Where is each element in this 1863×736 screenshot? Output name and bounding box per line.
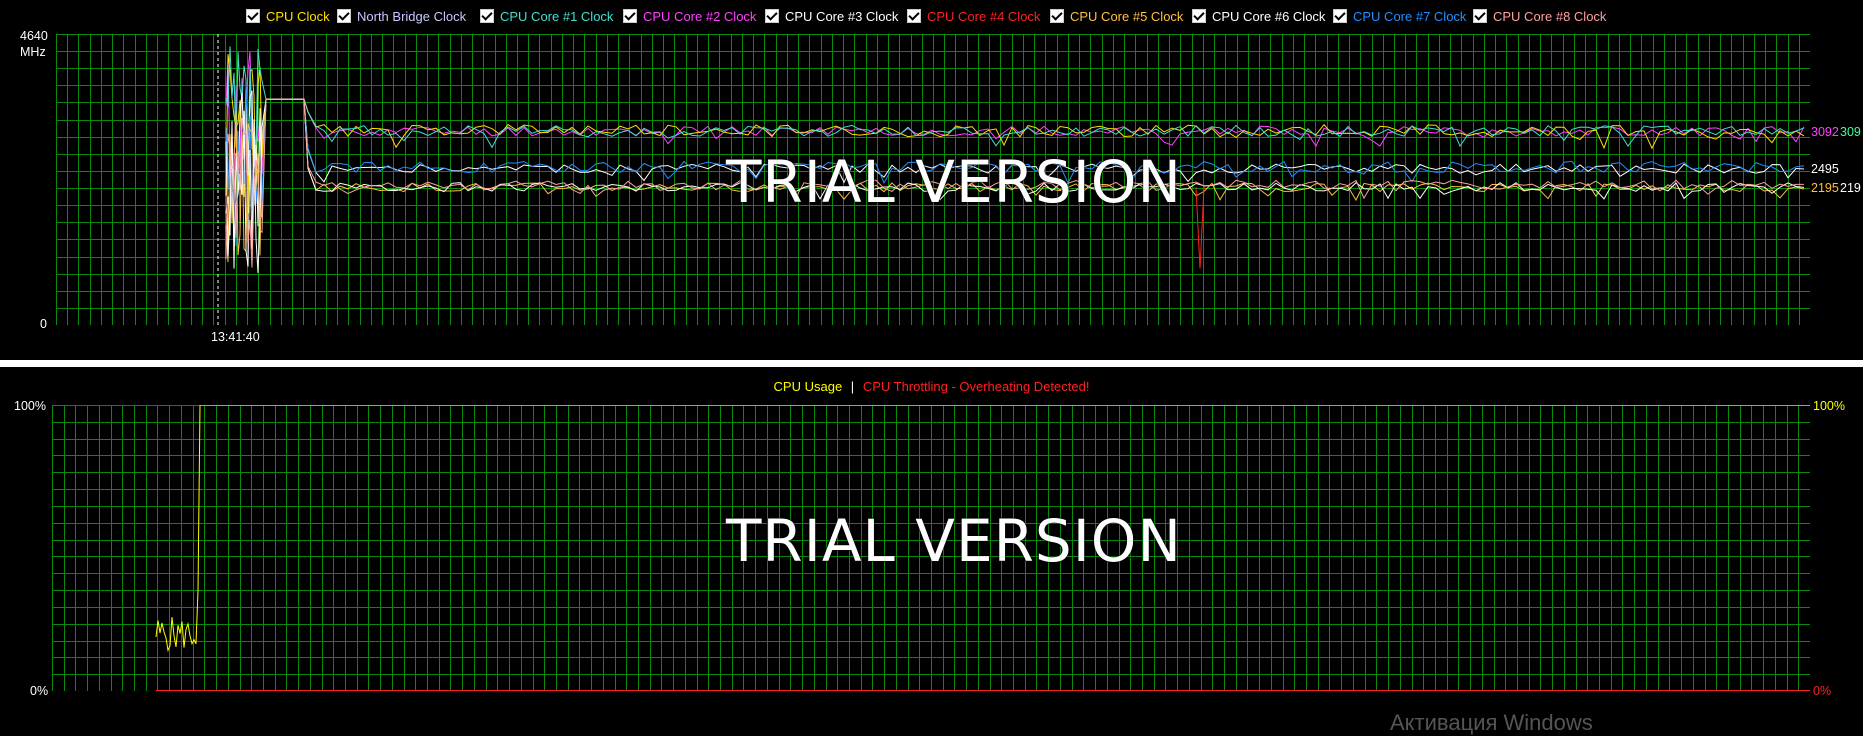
usage-panel: CPU Usage | CPU Throttling - Overheating… bbox=[0, 367, 1863, 721]
checkbox-icon[interactable] bbox=[907, 9, 921, 23]
legend-core8-clock[interactable]: CPU Core #8 Clock bbox=[1473, 6, 1606, 26]
panel-separator bbox=[0, 360, 1863, 367]
legend-label: CPU Core #2 Clock bbox=[643, 8, 757, 24]
series-core7-line bbox=[225, 85, 1805, 247]
series-core5-line bbox=[225, 98, 1805, 263]
usage-y-max-left: 100% bbox=[14, 399, 46, 413]
right-value-nb: 2495 bbox=[1811, 162, 1839, 176]
checkbox-icon[interactable] bbox=[1050, 9, 1064, 23]
checkbox-icon[interactable] bbox=[623, 9, 637, 23]
legend-core3-clock[interactable]: CPU Core #3 Clock bbox=[765, 6, 898, 26]
legend-label: CPU Core #5 Clock bbox=[1070, 8, 1184, 24]
checkbox-icon[interactable] bbox=[246, 9, 260, 23]
legend-label: CPU Core #4 Clock bbox=[927, 8, 1041, 24]
usage-plot-area bbox=[52, 405, 1810, 691]
legend-label: CPU Clock bbox=[266, 8, 330, 24]
checkbox-icon[interactable] bbox=[1473, 9, 1487, 23]
usage-y-min-left: 0% bbox=[30, 684, 49, 698]
legend-core1-clock[interactable]: CPU Core #1 Clock bbox=[480, 6, 613, 26]
usage-legend: CPU Usage | CPU Throttling - Overheating… bbox=[0, 379, 1863, 394]
series-core3-line bbox=[225, 87, 1805, 243]
legend-cpu-usage[interactable]: CPU Usage bbox=[774, 379, 843, 394]
checkbox-icon[interactable] bbox=[765, 9, 779, 23]
legend-core2-clock[interactable]: CPU Core #2 Clock bbox=[623, 6, 756, 26]
legend-label: CPU Core #8 Clock bbox=[1493, 8, 1607, 24]
series-core2-line bbox=[225, 51, 1805, 201]
right-value-cpu: 2195 bbox=[1811, 181, 1839, 195]
time-label: 13:41:40 bbox=[211, 330, 260, 344]
legend-cpu-clock[interactable]: CPU Clock bbox=[246, 6, 330, 26]
checkbox-icon[interactable] bbox=[337, 9, 351, 23]
checkbox-icon[interactable] bbox=[1192, 9, 1206, 23]
legend-label: North Bridge Clock bbox=[357, 8, 467, 24]
usage-y-min-right: 0% bbox=[1813, 684, 1832, 698]
legend-core4-clock[interactable]: CPU Core #4 Clock bbox=[907, 6, 1040, 26]
legend-core6-clock[interactable]: CPU Core #6 Clock bbox=[1192, 6, 1325, 26]
grid-lines bbox=[56, 34, 1810, 325]
legend-label: CPU Core #7 Clock bbox=[1353, 8, 1467, 24]
legend-label: CPU Core #3 Clock bbox=[785, 8, 899, 24]
clock-plot-area bbox=[56, 34, 1810, 325]
legend-label: CPU Core #1 Clock bbox=[500, 8, 614, 24]
right-value-core2: 3092 bbox=[1811, 125, 1839, 139]
y-min-label: 0 bbox=[40, 317, 47, 331]
legend-cpu-throttling[interactable]: CPU Throttling - Overheating Detected! bbox=[863, 379, 1090, 394]
legend-label: CPU Core #6 Clock bbox=[1212, 8, 1326, 24]
right-value-core1: 309 bbox=[1840, 125, 1861, 139]
grid-lines bbox=[52, 405, 1810, 691]
windows-activation-overlay: Активация Windows bbox=[1390, 710, 1593, 735]
legend-north-bridge-clock[interactable]: North Bridge Clock bbox=[337, 6, 466, 26]
checkbox-icon[interactable] bbox=[480, 9, 494, 23]
series-core4-spike bbox=[1195, 187, 1205, 269]
legend-core7-clock[interactable]: CPU Core #7 Clock bbox=[1333, 6, 1466, 26]
y-max-label: 4640 bbox=[20, 29, 48, 43]
clock-legend: CPU Clock North Bridge Clock CPU Core #1… bbox=[0, 6, 1863, 26]
right-value-core6: 219 bbox=[1840, 181, 1861, 195]
checkbox-icon[interactable] bbox=[1333, 9, 1347, 23]
usage-y-max-right: 100% bbox=[1813, 399, 1845, 413]
y-unit-label: MHz bbox=[20, 45, 46, 59]
clock-panel: CPU Clock North Bridge Clock CPU Core #1… bbox=[0, 0, 1863, 360]
legend-core5-clock[interactable]: CPU Core #5 Clock bbox=[1050, 6, 1183, 26]
series-core1-line bbox=[225, 46, 1805, 176]
legend-separator: | bbox=[850, 379, 855, 394]
